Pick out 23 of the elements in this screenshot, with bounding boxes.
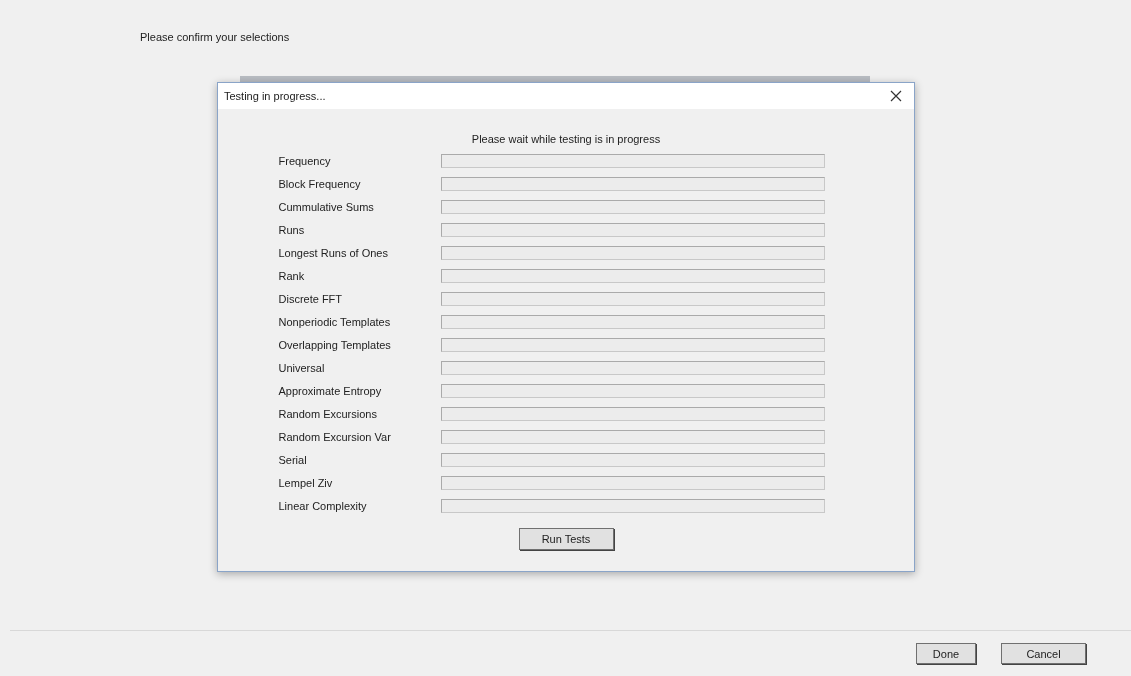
test-label: Rank bbox=[278, 270, 306, 282]
test-label: Lempel Ziv bbox=[278, 477, 334, 489]
window-title: Testing in progress... bbox=[224, 90, 326, 102]
prompt-text: Please confirm your selections bbox=[140, 31, 290, 43]
test-label: Block Frequency bbox=[278, 178, 362, 190]
status-message: Please wait while testing is in progress bbox=[471, 133, 661, 145]
close-icon[interactable] bbox=[890, 90, 902, 102]
test-label: Random Excursions bbox=[278, 408, 378, 420]
test-label: Longest Runs of Ones bbox=[278, 247, 389, 259]
test-label: Linear Complexity bbox=[278, 500, 368, 512]
test-label: Random Excursion Var bbox=[278, 431, 392, 443]
test-label: Overlapping Templates bbox=[278, 339, 392, 351]
dialog-button[interactable]: Cancel bbox=[1001, 643, 1086, 664]
run-tests-button[interactable]: Run Tests bbox=[518, 528, 614, 550]
test-label: Frequency bbox=[278, 155, 332, 167]
test-label: Discrete FFT bbox=[278, 293, 344, 305]
test-label: Universal bbox=[278, 362, 326, 374]
test-label: Approximate Entropy bbox=[278, 385, 383, 397]
test-label: Nonperiodic Templates bbox=[278, 316, 392, 328]
dialog-button[interactable]: Done bbox=[916, 643, 976, 664]
test-label: Runs bbox=[278, 224, 306, 236]
test-label: Serial bbox=[278, 454, 308, 466]
test-label: Cummulative Sums bbox=[278, 201, 375, 213]
